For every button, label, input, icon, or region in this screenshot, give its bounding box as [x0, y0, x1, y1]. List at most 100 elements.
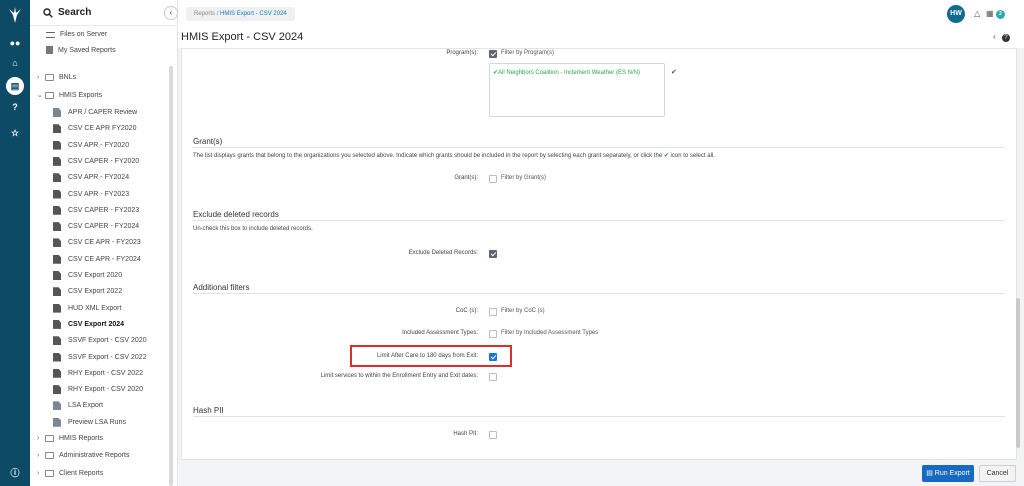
select-all-inline-icon: ✔ — [663, 153, 669, 159]
report-file-icon — [53, 254, 61, 264]
report-file-icon — [53, 140, 61, 150]
bell-icon[interactable]: △ — [974, 9, 980, 18]
sidebar-scrollbar[interactable] — [169, 66, 173, 486]
page-header-icons: ‹ ? — [993, 32, 1010, 42]
folder-icon — [45, 470, 54, 477]
breadcrumb-current[interactable]: HMIS Export - CSV 2024 — [220, 11, 287, 17]
sidebar-report-item[interactable]: SSVF Export - CSV 2020 — [53, 336, 147, 346]
folder-client-reports[interactable]: › Client Reports — [37, 470, 103, 477]
folder-label: Administrative Reports — [59, 452, 130, 459]
report-file-icon — [53, 417, 61, 427]
folder-hmis-reports[interactable]: › HMIS Reports — [37, 435, 103, 442]
sidebar-report-label: CSV APR - FY2024 — [68, 174, 130, 182]
folder-label: HMIS Reports — [59, 435, 103, 442]
program-list[interactable]: ✔All Neighbors Coalition - Inclement Wea… — [489, 63, 665, 117]
sidebar-report-item[interactable]: APR / CAPER Review — [53, 108, 137, 117]
sidebar-collapse-button[interactable]: ‹ — [164, 6, 178, 20]
app-logo-icon[interactable] — [7, 6, 23, 24]
sidebar-report-item[interactable]: SSVF Export - CSV 2022 — [53, 352, 147, 362]
sidebar-item-saved-reports[interactable]: My Saved Reports — [46, 46, 116, 54]
clients-icon[interactable]: ●● — [9, 37, 21, 49]
content-scrollbar[interactable] — [1016, 298, 1020, 448]
help-icon[interactable]: ? — [9, 101, 21, 113]
avatar[interactable]: HW — [947, 5, 965, 23]
search-icon — [43, 8, 53, 18]
search-label: Search — [58, 7, 92, 18]
sidebar-report-item[interactable]: CSV CAPER - FY2023 — [53, 205, 139, 215]
folder-open-icon — [45, 91, 54, 99]
sidebar-report-item[interactable]: CSV APR - FY2023 — [53, 189, 129, 199]
sidebar-report-item[interactable]: CSV CAPER - FY2020 — [53, 156, 139, 166]
sidebar-report-item[interactable]: Preview LSA Runs — [53, 417, 126, 427]
reports-icon[interactable]: ▤ — [6, 77, 24, 95]
list-icon — [46, 31, 55, 38]
filter-programs-checkbox[interactable] — [489, 50, 497, 58]
filter-programs-label: Filter by Program(s) — [501, 50, 555, 56]
filter-grants-label: Filter by Grant(s) — [501, 175, 547, 181]
hash-pii-label: Hash PII: — [453, 431, 478, 437]
cancel-button[interactable]: Cancel — [979, 465, 1016, 482]
sidebar-search[interactable]: Search — [30, 0, 178, 26]
sidebar-report-label: RHY Export - CSV 2022 — [68, 369, 143, 377]
exclude-deleted-checkbox[interactable] — [489, 250, 497, 258]
report-file-icon — [53, 336, 61, 346]
sidebar-report-label: LSA Export — [68, 402, 104, 410]
breadcrumb-root[interactable]: Reports — [194, 11, 215, 17]
filter-grants-checkbox[interactable] — [489, 175, 497, 183]
select-all-icon[interactable]: ✔ — [671, 68, 677, 76]
sidebar-report-label: HUD XML Export — [68, 304, 122, 312]
sidebar-report-label: CSV CE APR - FY2023 — [68, 239, 141, 247]
additional-filters-heading: Additional filters — [193, 283, 250, 292]
support-icon[interactable]: ⓘ — [9, 467, 21, 479]
folder-icon — [45, 435, 54, 442]
report-file-icon — [53, 303, 61, 313]
deleted-heading: Exclude deleted records — [193, 210, 279, 219]
breadcrumb-separator: / — [216, 11, 219, 17]
sidebar-report-item[interactable]: CSV Export 2022 — [53, 287, 122, 297]
collapse-left-icon[interactable]: ‹ — [993, 32, 996, 41]
folder-icon — [45, 452, 54, 459]
sidebar-report-label: APR / CAPER Review — [68, 109, 138, 116]
limit-after-care-label: Limit After Care to 180 days from Exit: — [376, 353, 478, 359]
sidebar-report-item[interactable]: HUD XML Export — [53, 303, 122, 313]
home-icon[interactable]: ⌂ — [9, 57, 21, 69]
limit-services-checkbox[interactable] — [489, 373, 497, 381]
report-file-icon — [53, 124, 61, 134]
export-form-card: Program(s): Filter by Program(s) ✔All Ne… — [181, 48, 1017, 460]
run-export-button[interactable]: ▤ Run Export — [922, 465, 974, 482]
folder-label: Client Reports — [59, 470, 104, 477]
hash-pii-checkbox[interactable] — [489, 431, 497, 439]
sidebar-report-item[interactable]: CSV CE APR - FY2024 — [53, 254, 141, 264]
filter-assessment-types-checkbox[interactable] — [489, 330, 497, 338]
report-file-icon — [53, 173, 61, 183]
deleted-description: Un-check this box to include deleted rec… — [193, 226, 313, 232]
sidebar-report-item[interactable]: CSV APR - FY2020 — [53, 140, 129, 150]
help-circle-icon[interactable]: ? — [1001, 34, 1010, 42]
sidebar-report-item[interactable]: LSA Export — [53, 401, 104, 411]
program-list-item[interactable]: ✔All Neighbors Coalition - Inclement Wea… — [493, 69, 640, 76]
icon-rail: ●● ⌂ ▤ ? ☆ ⓘ — [0, 0, 30, 486]
sidebar-report-item[interactable]: CSV Export 2020 — [53, 271, 122, 280]
breadcrumb: Reports / HMIS Export - CSV 2024 — [186, 7, 295, 21]
sidebar-report-item[interactable]: RHY Export - CSV 2022 — [53, 368, 143, 378]
main-content: Program(s): Filter by Program(s) ✔All Ne… — [178, 48, 1024, 486]
sidebar-report-item[interactable]: CSV APR - FY2024 — [53, 173, 130, 183]
sidebar-report-item[interactable]: RHY Export - CSV 2020 — [53, 385, 143, 395]
limit-after-care-checkbox[interactable] — [489, 353, 497, 361]
favorites-icon[interactable]: ☆ — [9, 127, 21, 139]
sidebar-report-item[interactable]: CSV CE APR FY2020 — [53, 124, 136, 134]
filter-coc-checkbox[interactable] — [489, 308, 497, 316]
sidebar-report-item[interactable]: CSV CE APR - FY2023 — [53, 238, 141, 248]
sidebar-report-item[interactable]: CSV CAPER - FY2024 — [53, 222, 139, 232]
sidebar-item-files-on-server[interactable]: Files on Server — [46, 31, 107, 38]
calendar-icon[interactable]: ▦ — [986, 9, 994, 18]
exclude-deleted-label: Exclude Deleted Records: — [408, 250, 478, 256]
folder-icon — [45, 74, 54, 81]
folder-bnls[interactable]: › BNLs — [37, 74, 76, 81]
report-file-icon — [53, 108, 61, 117]
folder-hmis-exports[interactable]: ⌄ HMIS Exports — [37, 91, 102, 99]
folder-administrative-reports[interactable]: › Administrative Reports — [37, 452, 129, 459]
sidebar-report-item[interactable]: CSV Export 2024 — [53, 319, 124, 329]
run-export-label: Run Export — [934, 470, 970, 477]
report-file-icon — [53, 352, 61, 362]
